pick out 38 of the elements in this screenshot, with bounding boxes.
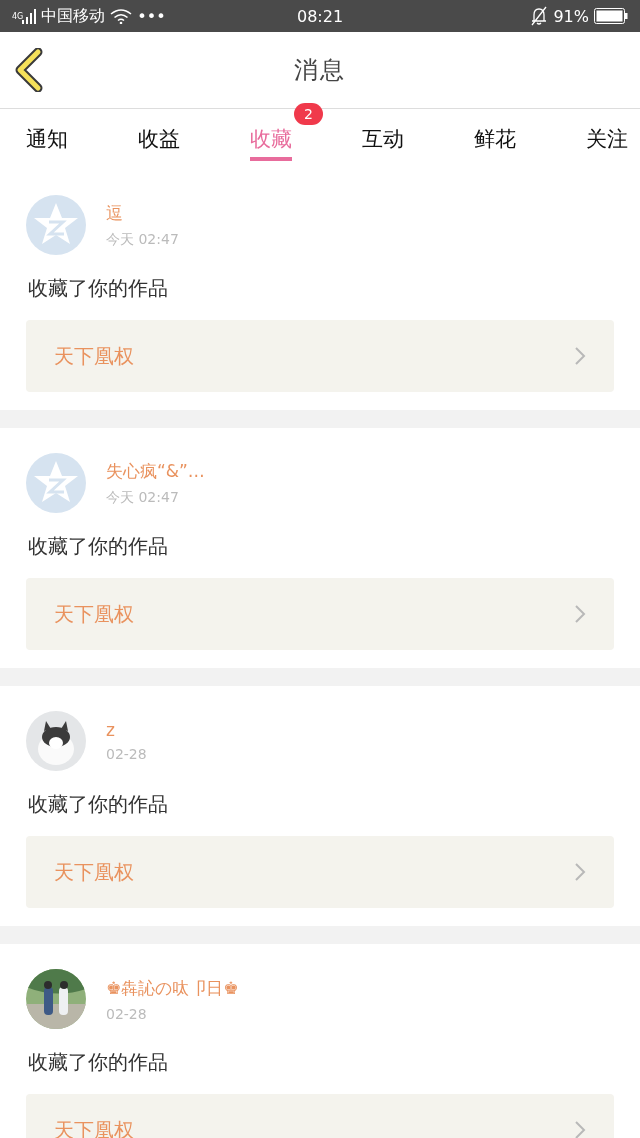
tab[interactable]: 收益 xyxy=(138,109,180,161)
user-name[interactable]: 逗 xyxy=(106,201,179,225)
message-text: 收藏了你的作品 xyxy=(28,1049,169,1076)
message-text: 收藏了你的作品 xyxy=(28,275,169,302)
page-title: 消息 xyxy=(294,55,346,86)
chevron-right-icon xyxy=(574,604,586,624)
message-text: 收藏了你的作品 xyxy=(28,791,169,818)
work-link[interactable]: 天下凰权 xyxy=(26,836,614,908)
carrier-label: 中国移动 xyxy=(41,5,106,27)
user-name[interactable]: ♚犇訫の呔卩日♚ xyxy=(106,976,239,1000)
chevron-right-icon xyxy=(574,1120,586,1138)
user-name[interactable]: 失心疯“&”… xyxy=(106,459,205,483)
chevron-right-icon xyxy=(574,346,586,366)
tab[interactable]: 鲜花 xyxy=(474,109,516,161)
tab[interactable]: 关注 xyxy=(586,109,628,161)
signal-icon xyxy=(22,8,37,24)
muted-bell-icon xyxy=(530,6,549,26)
timestamp: 02-28 xyxy=(106,1005,148,1022)
clock: 08:21 xyxy=(296,6,344,26)
default-avatar-icon xyxy=(26,453,86,513)
work-link[interactable]: 天下凰权 xyxy=(26,578,614,650)
tab[interactable]: 收藏 xyxy=(250,109,292,161)
timestamp: 今天 02:47 xyxy=(106,488,180,507)
network-label: 4G xyxy=(12,11,24,21)
message-text: 收藏了你的作品 xyxy=(28,533,169,560)
tab[interactable]: 互动 xyxy=(362,109,404,161)
default-avatar-icon xyxy=(26,195,86,255)
timestamp: 今天 02:47 xyxy=(106,230,179,249)
timestamp: 02-28 xyxy=(106,746,147,762)
battery-percent: 91% xyxy=(553,6,589,26)
battery-icon xyxy=(594,8,628,24)
more-label: ••• xyxy=(137,6,166,26)
wifi-icon xyxy=(110,8,133,24)
work-link[interactable]: 天下凰权 xyxy=(26,320,614,392)
chevron-right-icon xyxy=(574,862,586,882)
user-name[interactable]: z xyxy=(106,720,147,740)
count-badge: 2 xyxy=(294,103,323,125)
tab[interactable]: 通知 xyxy=(26,109,68,161)
